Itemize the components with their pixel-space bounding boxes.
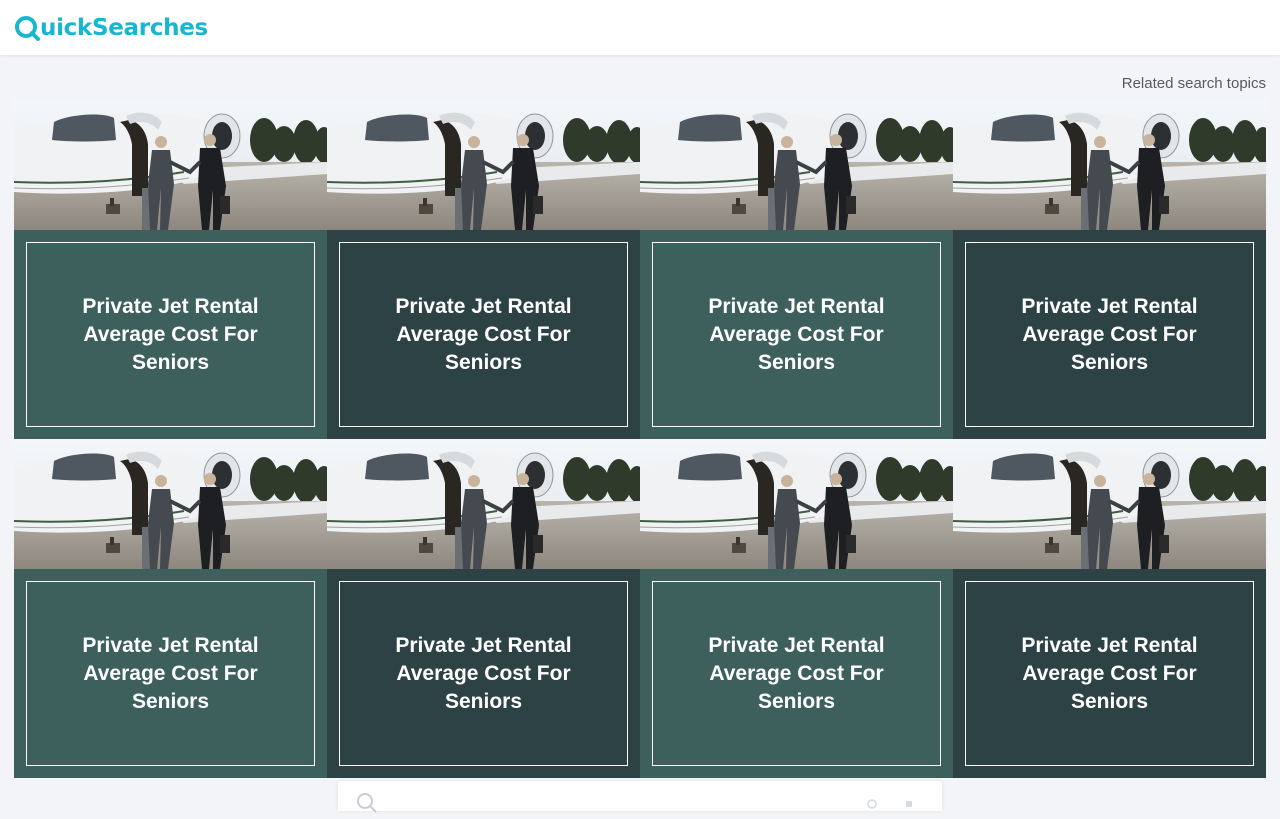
topic-cards-grid: Private Jet Rental Average Cost For Seni…: [14, 100, 1266, 778]
search-icon: [356, 792, 378, 819]
card-title: Private Jet Rental Average Cost For Seni…: [1021, 633, 1198, 713]
card-panel: Private Jet Rental Average Cost For Seni…: [953, 230, 1266, 439]
card-title: Private Jet Rental Average Cost For Seni…: [82, 294, 259, 374]
card-frame: Private Jet Rental Average Cost For Seni…: [652, 581, 941, 766]
card-frame: Private Jet Rental Average Cost For Seni…: [965, 581, 1254, 766]
card-panel: Private Jet Rental Average Cost For Seni…: [14, 569, 327, 778]
jet-photo: [953, 100, 1266, 230]
jet-photo: [953, 439, 1266, 569]
jet-photo: [14, 100, 327, 230]
card-panel: Private Jet Rental Average Cost For Seni…: [953, 569, 1266, 778]
card-title: Private Jet Rental Average Cost For Seni…: [82, 633, 259, 713]
card-frame: Private Jet Rental Average Cost For Seni…: [339, 581, 628, 766]
topic-card[interactable]: Private Jet Rental Average Cost For Seni…: [14, 100, 327, 439]
jet-photo: [640, 439, 953, 569]
topic-card[interactable]: Private Jet Rental Average Cost For Seni…: [640, 439, 953, 778]
logo-q-magnifier-icon: [14, 15, 40, 41]
card-panel: Private Jet Rental Average Cost For Seni…: [14, 230, 327, 439]
card-frame: Private Jet Rental Average Cost For Seni…: [339, 242, 628, 427]
card-title: Private Jet Rental Average Cost For Seni…: [395, 294, 572, 374]
card-frame: Private Jet Rental Average Cost For Seni…: [965, 242, 1254, 427]
card-title: Private Jet Rental Average Cost For Seni…: [395, 633, 572, 713]
card-frame: Private Jet Rental Average Cost For Seni…: [26, 242, 315, 427]
jet-photo: [327, 100, 640, 230]
search-bar[interactable]: [338, 781, 942, 813]
topic-card[interactable]: Private Jet Rental Average Cost For Seni…: [14, 439, 327, 778]
card-panel: Private Jet Rental Average Cost For Seni…: [640, 569, 953, 778]
topic-card[interactable]: Private Jet Rental Average Cost For Seni…: [640, 100, 953, 439]
card-panel: Private Jet Rental Average Cost For Seni…: [327, 230, 640, 439]
topic-card[interactable]: Private Jet Rental Average Cost For Seni…: [327, 439, 640, 778]
card-title: Private Jet Rental Average Cost For Seni…: [708, 633, 885, 713]
jet-photo: [640, 100, 953, 230]
card-title: Private Jet Rental Average Cost For Seni…: [708, 294, 885, 374]
logo-text: uickSearches: [40, 15, 208, 41]
jet-photo: [14, 439, 327, 569]
top-header: uickSearches: [0, 0, 1280, 55]
topic-card[interactable]: Private Jet Rental Average Cost For Seni…: [953, 439, 1266, 778]
card-panel: Private Jet Rental Average Cost For Seni…: [640, 230, 953, 439]
card-frame: Private Jet Rental Average Cost For Seni…: [652, 242, 941, 427]
topic-card[interactable]: Private Jet Rental Average Cost For Seni…: [953, 100, 1266, 439]
jet-photo: [327, 439, 640, 569]
card-frame: Private Jet Rental Average Cost For Seni…: [26, 581, 315, 766]
card-title: Private Jet Rental Average Cost For Seni…: [1021, 294, 1198, 374]
quicksearches-logo[interactable]: uickSearches: [14, 12, 208, 44]
related-search-topics-label: Related search topics: [1121, 75, 1266, 92]
card-panel: Private Jet Rental Average Cost For Seni…: [327, 569, 640, 778]
topic-card[interactable]: Private Jet Rental Average Cost For Seni…: [327, 100, 640, 439]
